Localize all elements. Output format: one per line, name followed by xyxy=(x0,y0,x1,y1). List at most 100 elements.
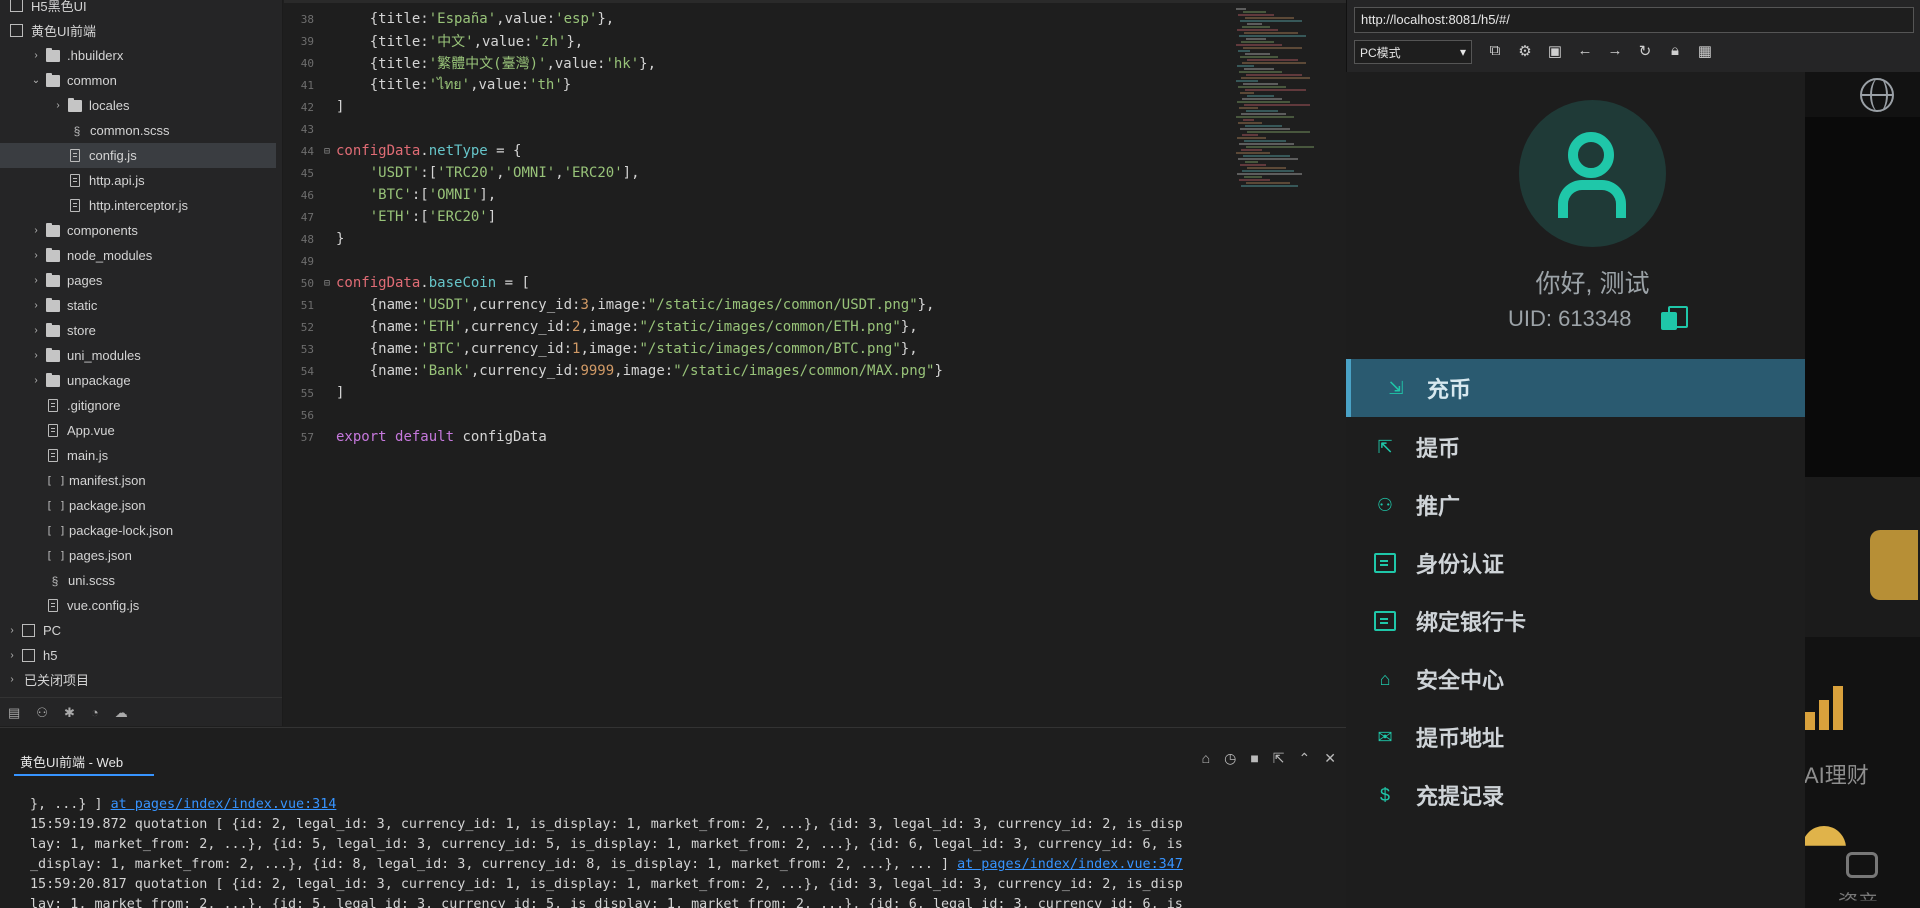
user-drawer: 你好, 测试 UID: 613348 ⇲ 充币 ⇱ 提币 ⚇ 推广 身份认证 绑定银行卡 ⌂ 安全… xyxy=(1346,72,1805,908)
closed-projects[interactable]: › 已关闭项目 xyxy=(0,667,276,692)
console-tab[interactable]: 黄色UI前端 - Web xyxy=(20,752,123,771)
minimap-line xyxy=(1245,161,1258,163)
code-line[interactable]: 38 {title:'España',value:'esp'}, xyxy=(284,8,1264,30)
menu-item[interactable]: ✉ 提币地址 xyxy=(1346,708,1805,766)
tree-item[interactable]: › locales xyxy=(0,93,276,118)
screenshot-icon[interactable]: ⧉ xyxy=(1487,42,1503,60)
tree-item[interactable]: › store xyxy=(0,318,276,343)
tree-item[interactable]: App.vue xyxy=(0,418,276,443)
console-icon[interactable]: ▣ xyxy=(1547,42,1563,60)
tree-item[interactable]: › static xyxy=(0,293,276,318)
line-number: 41 xyxy=(300,78,314,92)
code-line[interactable]: 55] xyxy=(284,382,1264,404)
menu-item[interactable]: ⌂ 安全中心 xyxy=(1346,650,1805,708)
qrcode-icon[interactable]: ▦ xyxy=(1697,42,1713,60)
debug-icon[interactable]: ✱ xyxy=(64,705,75,721)
stop-icon[interactable]: ■ xyxy=(1250,750,1258,767)
menu-item[interactable]: ⇲ 充币 xyxy=(1346,359,1805,417)
tree-item[interactable]: › unpackage xyxy=(0,368,276,393)
tree-item[interactable]: [ ] manifest.json xyxy=(0,468,276,493)
lock-icon[interactable]: 🔒︎ xyxy=(1667,42,1683,60)
tree-item[interactable]: › uni_modules xyxy=(0,343,276,368)
tree-item[interactable]: [ ] package.json xyxy=(0,493,276,518)
project-item-main[interactable]: 黄色UI前端 xyxy=(0,18,276,43)
code-editor[interactable]: 38 {title:'España',value:'esp'}, 39 {titl… xyxy=(284,0,1346,726)
code-line[interactable]: 45 'USDT':['TRC20','OMNI','ERC20'], xyxy=(284,162,1264,184)
settings-icon[interactable]: ⚙ xyxy=(1517,42,1533,60)
code-line[interactable]: 53 {name:'BTC',currency_id:1,image:"/sta… xyxy=(284,338,1264,360)
code-line[interactable]: 48} xyxy=(284,228,1264,250)
wallet-icon[interactable] xyxy=(1846,852,1878,878)
export-icon[interactable]: ⇱ xyxy=(1273,750,1285,767)
ai-wealth-label[interactable]: AI理财 xyxy=(1804,758,1869,790)
minimap[interactable] xyxy=(1232,8,1332,198)
project-item-h5[interactable]: › h5 xyxy=(0,643,276,668)
code-line[interactable]: 51 {name:'USDT',currency_id:3,image:"/st… xyxy=(284,294,1264,316)
tree-item[interactable]: http.api.js xyxy=(0,168,276,193)
fold-marker[interactable]: ⊟ xyxy=(324,278,336,289)
timer-icon[interactable]: ◷ xyxy=(1224,750,1236,767)
source-link[interactable]: at pages/index/index.vue:347 xyxy=(957,857,1183,872)
tree-item[interactable]: main.js xyxy=(0,443,276,468)
menu-item[interactable]: ⚇ 推广 xyxy=(1346,476,1805,534)
back-icon[interactable]: ← xyxy=(1577,42,1593,60)
mode-select[interactable]: PC模式 ▾ xyxy=(1354,40,1472,64)
tree-item[interactable]: › .hbuilderx xyxy=(0,43,276,68)
tree-item[interactable]: › pages xyxy=(0,268,276,293)
run-icon[interactable]: ◔ xyxy=(91,705,99,720)
tree-item[interactable]: [ ] pages.json xyxy=(0,543,276,568)
debug-icon[interactable]: ⌂ xyxy=(1202,750,1210,767)
tree-item[interactable]: ⌄ common xyxy=(0,68,276,93)
code-line[interactable]: 46 'BTC':['OMNI'], xyxy=(284,184,1264,206)
code-line[interactable]: 54 {name:'Bank',currency_id:9999,image:"… xyxy=(284,360,1264,382)
tree-item-label: .hbuilderx xyxy=(67,48,124,63)
line-number: 43 xyxy=(300,122,314,136)
menu-item-label: 提币 xyxy=(1416,436,1461,461)
code-line[interactable]: 57 export default configData xyxy=(284,426,1264,448)
minimap-line xyxy=(1242,170,1294,172)
fold-marker[interactable]: ⊟ xyxy=(324,146,336,157)
menu-item[interactable]: ⇱ 提币 xyxy=(1346,418,1805,476)
code-line[interactable]: 52 {name:'ETH',currency_id:2,image:"/sta… xyxy=(284,316,1264,338)
code-line[interactable]: 47 'ETH':['ERC20'] xyxy=(284,206,1264,228)
globe-icon[interactable] xyxy=(1860,78,1894,112)
menu-item-label: 充币 xyxy=(1427,377,1472,402)
source-link[interactable]: at pages/index/index.vue:314 xyxy=(111,797,337,812)
code-line[interactable]: 56 xyxy=(284,404,1264,426)
code-line[interactable]: 39 {title:'中文',value:'zh'}, xyxy=(284,30,1264,52)
tree-item[interactable]: http.interceptor.js xyxy=(0,193,276,218)
code-line[interactable]: 44 ⊟ configData.netType = { xyxy=(284,140,1264,162)
code-line[interactable]: 49 xyxy=(284,250,1264,272)
tree-item[interactable]: [ ] package-lock.json xyxy=(0,518,276,543)
menu-item[interactable]: $ 充提记录 xyxy=(1346,766,1805,824)
plugin-icon[interactable]: ⚇ xyxy=(36,705,48,721)
menu-item[interactable]: 绑定银行卡 xyxy=(1346,592,1805,650)
tree-item[interactable]: .gitignore xyxy=(0,393,276,418)
tree-item[interactable]: vue.config.js xyxy=(0,593,276,618)
forward-icon[interactable]: → xyxy=(1607,42,1623,60)
project-item-pc[interactable]: › PC xyxy=(0,618,276,643)
refresh-icon[interactable]: ↻ xyxy=(1637,42,1653,60)
tree-item[interactable]: § uni.scss xyxy=(0,568,276,593)
tree-item[interactable]: config.js xyxy=(0,143,276,168)
url-input[interactable]: http://localhost:8081/h5/#/ xyxy=(1354,7,1914,33)
tree-item-label: pages.json xyxy=(69,548,132,563)
tree-item[interactable]: › node_modules xyxy=(0,243,276,268)
tree-item[interactable]: › components xyxy=(0,218,276,243)
code-line[interactable]: 42] xyxy=(284,96,1264,118)
code-line[interactable]: 41 {title:'ไทย',value:'th'} xyxy=(284,74,1264,96)
line-number: 39 xyxy=(300,34,314,48)
chevron-up-icon[interactable]: ⌃ xyxy=(1299,750,1311,767)
copy-icon[interactable] xyxy=(1661,306,1688,330)
menu-item[interactable]: 身份认证 xyxy=(1346,534,1805,592)
avatar[interactable] xyxy=(1519,100,1666,247)
clear-icon[interactable]: ✕ xyxy=(1324,750,1336,767)
minimap-line xyxy=(1243,119,1254,121)
code-line[interactable]: 40 {title:'繁體中文(臺灣)',value:'hk'}, xyxy=(284,52,1264,74)
code-line[interactable]: 50 ⊟ configData.baseCoin = [ xyxy=(284,272,1264,294)
project-item-top[interactable]: H5黑色UI xyxy=(0,0,276,18)
explorer-icon[interactable]: ▤ xyxy=(8,705,20,721)
code-line[interactable]: 43 xyxy=(284,118,1264,140)
tree-item[interactable]: § common.scss xyxy=(0,118,276,143)
cloud-icon[interactable]: ☁ xyxy=(115,705,128,721)
